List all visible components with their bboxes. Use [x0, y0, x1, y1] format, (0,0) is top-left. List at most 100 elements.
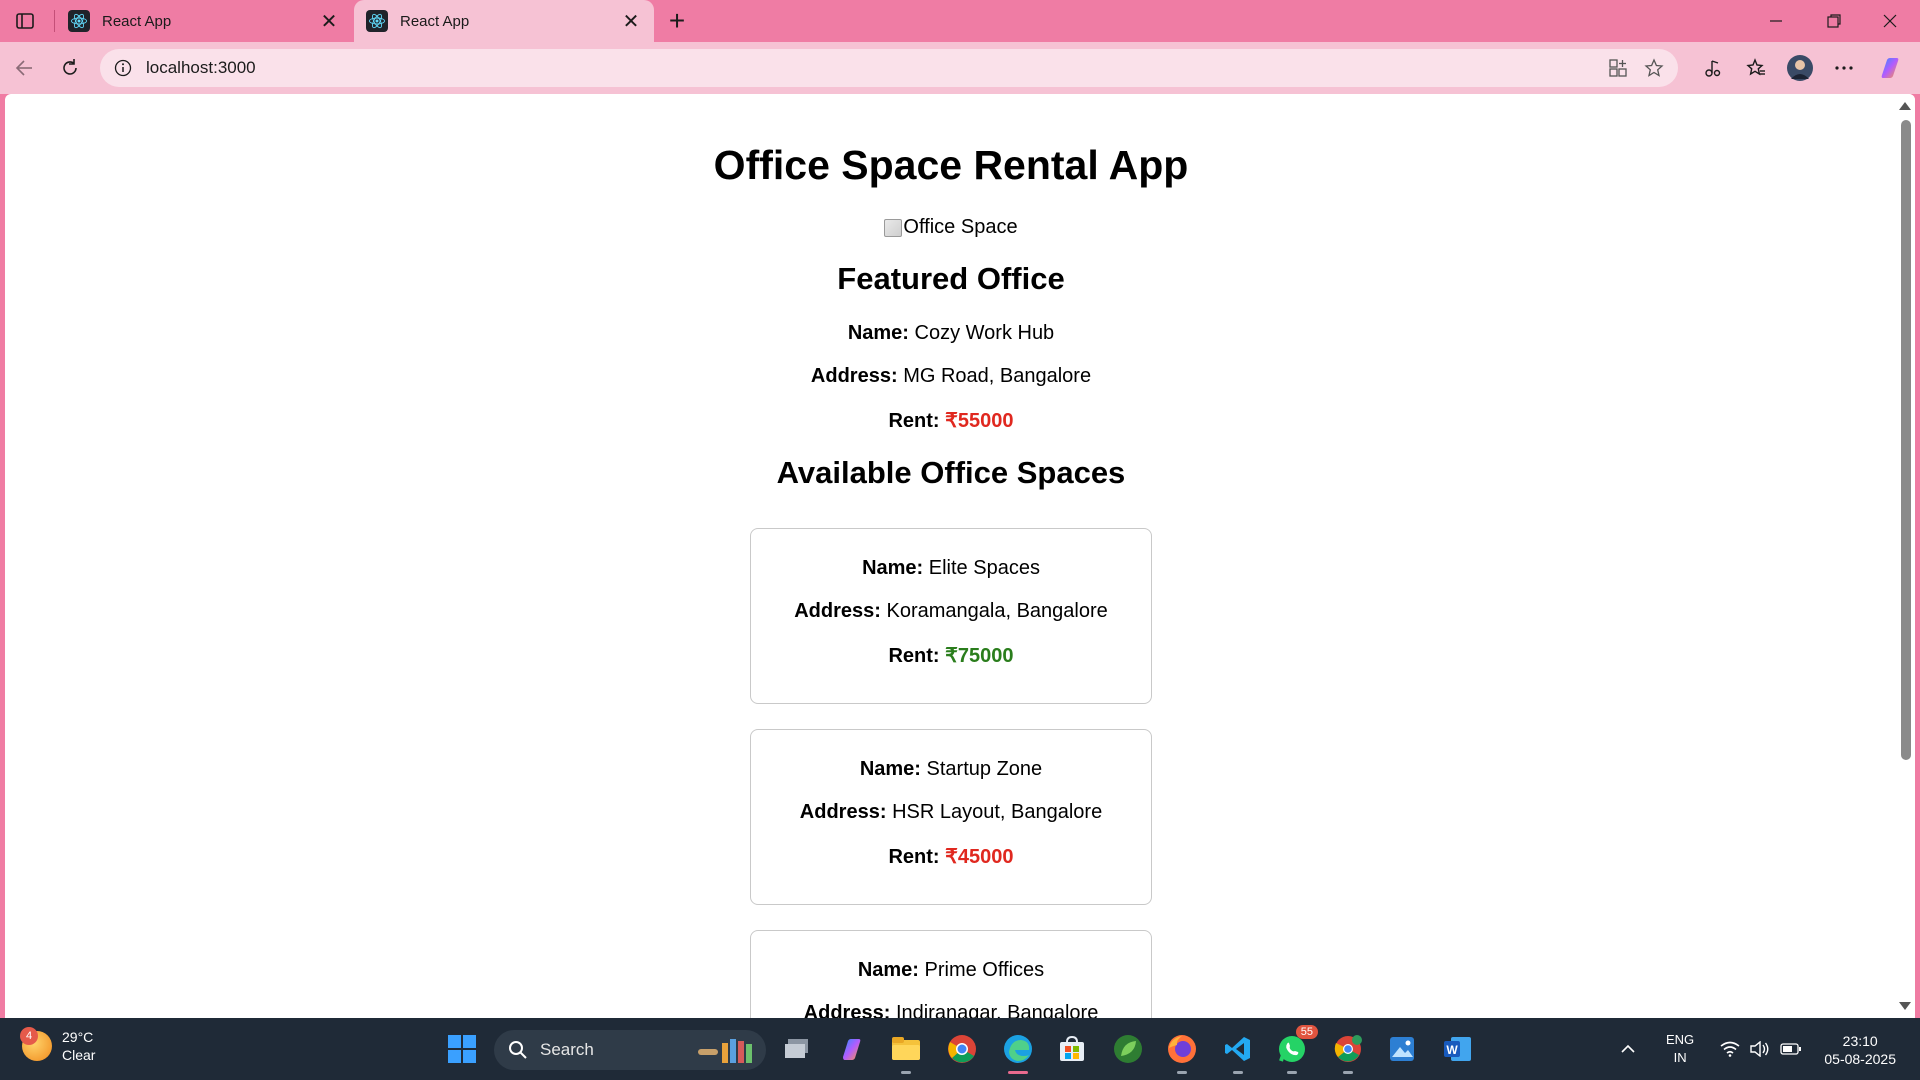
copilot-taskbar-icon[interactable]	[834, 1031, 870, 1067]
system-tray: ENG IN	[1620, 1018, 1802, 1080]
address-value: HSR Layout, Bangalore	[892, 801, 1103, 823]
scroll-thumb[interactable]	[1901, 120, 1911, 760]
close-tab-icon[interactable]: ✕	[620, 10, 642, 33]
date: 05-08-2025	[1824, 1051, 1896, 1067]
wifi-icon[interactable]	[1720, 1041, 1740, 1057]
svg-text:W: W	[1446, 1043, 1458, 1057]
address-bar[interactable]: localhost:3000	[100, 49, 1678, 87]
lang-line2: IN	[1673, 1050, 1687, 1065]
vscode-icon[interactable]	[1220, 1031, 1256, 1074]
vertical-scrollbar[interactable]	[1897, 94, 1915, 1018]
tab-title: React App	[102, 12, 172, 30]
profile-avatar[interactable]	[1782, 50, 1818, 86]
name-value: Prime Offices	[924, 959, 1045, 981]
react-icon	[366, 10, 388, 32]
search-label: Search	[540, 1040, 594, 1059]
name-label: Name:	[847, 322, 909, 344]
available-heading: Available Office Spaces	[776, 455, 1126, 490]
url-text[interactable]: localhost:3000	[146, 58, 1600, 78]
weather-condition: Clear	[62, 1047, 96, 1063]
featured-heading: Featured Office	[837, 261, 1065, 296]
site-info-icon[interactable]	[112, 57, 134, 79]
new-tab-icon[interactable]: +	[662, 5, 692, 36]
word-icon[interactable]: W	[1440, 1031, 1476, 1067]
tab-react-app-2[interactable]: React App ✕	[354, 0, 654, 42]
photos-app-icon[interactable]	[1384, 1031, 1420, 1067]
firefox-icon[interactable]	[1164, 1031, 1200, 1074]
page-viewport: Office Space Rental App Office Space Fea…	[5, 94, 1915, 1018]
weather-widget[interactable]: 4 29°C Clear	[20, 1027, 96, 1064]
card-rent: Rent: ₹45000	[751, 844, 1151, 869]
running-indicator	[1287, 1071, 1297, 1074]
taskbar-search[interactable]: Search	[494, 1030, 766, 1070]
react-icon	[68, 10, 90, 32]
name-label: Name:	[857, 959, 919, 981]
chevron-up-icon[interactable]	[1620, 1044, 1636, 1054]
rent-label: Rent:	[888, 846, 940, 868]
rent-label: Rent:	[888, 645, 940, 667]
card-address: Address: HSR Layout, Bangalore	[751, 801, 1151, 824]
more-options-icon[interactable]	[1826, 50, 1862, 86]
card-name: Name: Elite Spaces	[751, 557, 1151, 580]
card-rent: Rent: ₹75000	[751, 643, 1151, 668]
broken-image-icon	[884, 218, 903, 237]
weather-temp: 29°C	[62, 1029, 94, 1045]
name-value: Elite Spaces	[928, 557, 1040, 579]
notification-badge: 55	[1295, 1025, 1318, 1039]
rent-value: ₹75000	[945, 645, 1014, 667]
whatsapp-icon[interactable]: 55	[1274, 1025, 1318, 1074]
tab-separator	[54, 10, 55, 32]
media-control-icon[interactable]	[1694, 50, 1730, 86]
close-window-icon[interactable]	[1862, 0, 1918, 42]
page-title: Office Space Rental App	[713, 142, 1189, 188]
favorites-icon[interactable]	[1738, 50, 1774, 86]
rent-label: Rent:	[888, 410, 940, 432]
running-indicator	[1233, 1071, 1243, 1074]
chrome-icon[interactable]	[944, 1031, 980, 1067]
featured-name: Name: Cozy Work Hub	[5, 322, 1897, 345]
app-available-icon[interactable]	[1600, 50, 1636, 86]
task-view-icon[interactable]	[780, 1031, 816, 1067]
chrome-profile-icon[interactable]	[1330, 1031, 1366, 1074]
address-label: Address:	[803, 1002, 891, 1018]
rent-value: ₹45000	[945, 846, 1014, 868]
card-address: Address: Indiranagar, Bangalore	[751, 1002, 1151, 1018]
volume-icon[interactable]	[1750, 1041, 1770, 1057]
card-name: Name: Prime Offices	[751, 959, 1151, 982]
edge-icon[interactable]	[1000, 1031, 1036, 1074]
weather-sun-icon: 4	[20, 1027, 52, 1061]
time: 23:10	[1842, 1033, 1878, 1049]
refresh-icon[interactable]	[52, 50, 88, 86]
address-value: MG Road, Bangalore	[903, 365, 1092, 387]
running-indicator	[1343, 1071, 1353, 1074]
name-label: Name:	[862, 557, 924, 579]
weather-badge: 4	[20, 1027, 38, 1045]
tab-react-app-1[interactable]: React App ✕	[56, 0, 352, 42]
address-label: Address:	[794, 600, 881, 622]
clock[interactable]: 23:10 05-08-2025	[1824, 1032, 1896, 1068]
office-image: Office Space	[5, 216, 1897, 239]
scroll-up-arrow-icon[interactable]	[1899, 102, 1911, 110]
language-indicator[interactable]: ENG IN	[1666, 1031, 1694, 1067]
store-icon[interactable]	[1054, 1031, 1090, 1067]
card-address: Address: Koramangala, Bangalore	[751, 600, 1151, 623]
card-name: Name: Startup Zone	[751, 758, 1151, 781]
battery-icon[interactable]	[1780, 1043, 1802, 1055]
office-card: Name: Startup Zone Address: HSR Layout, …	[750, 729, 1152, 905]
favorite-star-icon[interactable]	[1636, 50, 1672, 86]
back-arrow-icon[interactable]	[6, 50, 42, 86]
scroll-down-arrow-icon[interactable]	[1899, 1002, 1911, 1010]
minimize-icon[interactable]	[1748, 0, 1804, 42]
file-explorer-icon[interactable]	[888, 1031, 924, 1074]
featured-rent: Rent: ₹55000	[5, 408, 1897, 433]
tab-actions-icon[interactable]	[12, 9, 38, 33]
restore-icon[interactable]	[1806, 0, 1862, 42]
copilot-icon[interactable]	[1872, 50, 1908, 86]
leaf-app-icon[interactable]	[1110, 1031, 1146, 1067]
name-label: Name:	[859, 758, 921, 780]
windows-start-icon[interactable]	[444, 1031, 480, 1067]
name-value: Cozy Work Hub	[914, 322, 1055, 344]
search-highlight-icon	[698, 1039, 752, 1063]
search-icon	[509, 1041, 527, 1059]
close-tab-icon[interactable]: ✕	[318, 10, 340, 33]
